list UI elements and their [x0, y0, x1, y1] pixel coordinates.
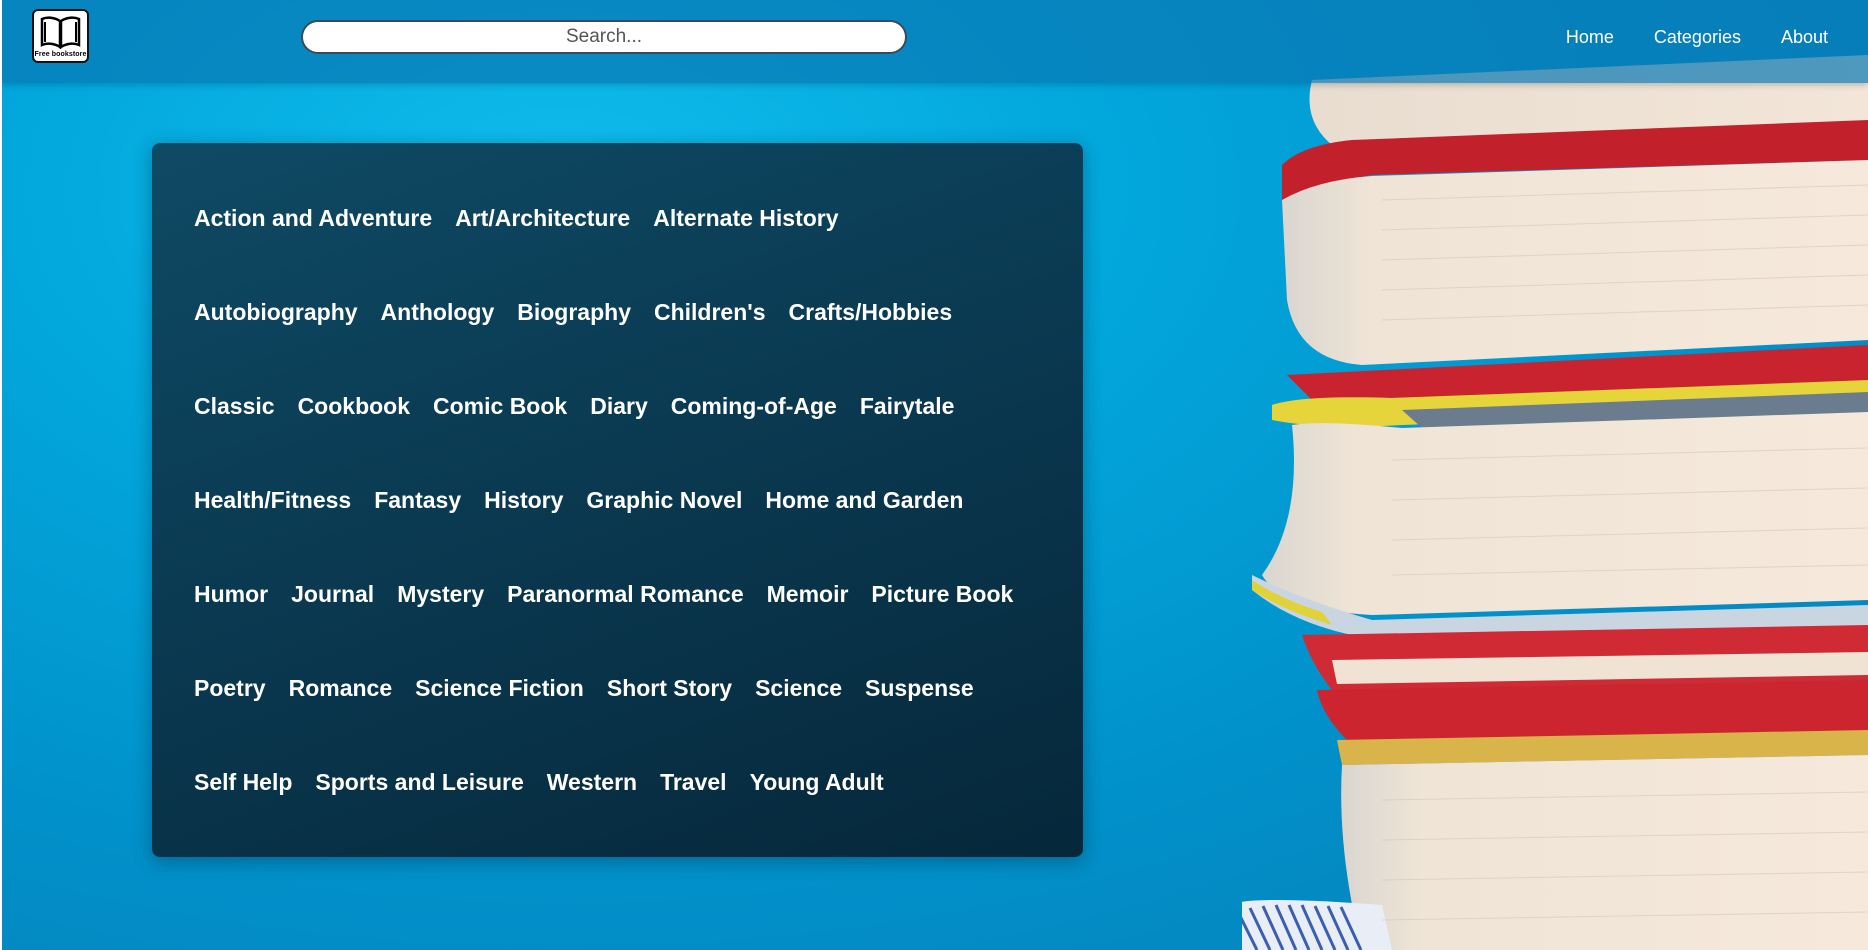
category-row: Self Help Sports and Leisure Western Tra… — [194, 769, 884, 796]
site-logo[interactable]: Free bookstore — [32, 9, 89, 63]
category-link[interactable]: Health/Fitness — [194, 487, 351, 514]
page-background: Free bookstore Home Categories About — [2, 0, 1868, 950]
open-book-icon — [40, 16, 81, 49]
category-link[interactable]: Fantasy — [374, 487, 461, 514]
category-link[interactable]: Autobiography — [194, 299, 358, 326]
category-link[interactable]: Travel — [660, 769, 727, 796]
category-link[interactable]: Diary — [590, 393, 648, 420]
category-link[interactable]: Humor — [194, 581, 268, 608]
category-link[interactable]: Crafts/Hobbies — [789, 299, 953, 326]
category-link[interactable]: Biography — [517, 299, 631, 326]
search-input[interactable] — [301, 20, 907, 54]
category-row: Health/Fitness Fantasy History Graphic N… — [194, 487, 963, 514]
category-link[interactable]: Suspense — [865, 675, 974, 702]
book-stack-illustration — [1242, 55, 1868, 950]
categories-panel: Action and Adventure Art/Architecture Al… — [152, 143, 1083, 857]
category-link[interactable]: Coming-of-Age — [671, 393, 837, 420]
category-link[interactable]: Classic — [194, 393, 275, 420]
category-link[interactable]: Self Help — [194, 769, 292, 796]
logo-label: Free bookstore — [34, 51, 87, 58]
nav-categories[interactable]: Categories — [1654, 27, 1741, 48]
category-link[interactable]: Picture Book — [871, 581, 1013, 608]
category-link[interactable]: Action and Adventure — [194, 205, 432, 232]
category-link[interactable]: History — [484, 487, 563, 514]
category-row: Autobiography Anthology Biography Childr… — [194, 299, 952, 326]
category-link[interactable]: Children's — [654, 299, 766, 326]
category-link[interactable]: Art/Architecture — [455, 205, 630, 232]
category-link[interactable]: Short Story — [607, 675, 732, 702]
category-link[interactable]: Science — [755, 675, 842, 702]
category-link[interactable]: Young Adult — [750, 769, 884, 796]
category-link[interactable]: Alternate History — [653, 205, 838, 232]
category-link[interactable]: Science Fiction — [415, 675, 584, 702]
category-link[interactable]: Poetry — [194, 675, 266, 702]
main-nav: Home Categories About — [1566, 27, 1828, 48]
category-link[interactable]: Cookbook — [298, 393, 410, 420]
category-link[interactable]: Sports and Leisure — [315, 769, 523, 796]
category-link[interactable]: Paranormal Romance — [507, 581, 743, 608]
category-link[interactable]: Fairytale — [860, 393, 955, 420]
top-navbar: Free bookstore Home Categories About — [2, 0, 1868, 83]
category-row: Action and Adventure Art/Architecture Al… — [194, 205, 839, 232]
category-link[interactable]: Memoir — [767, 581, 849, 608]
category-row: Humor Journal Mystery Paranormal Romance… — [194, 581, 1013, 608]
nav-about[interactable]: About — [1781, 27, 1828, 48]
category-link[interactable]: Journal — [291, 581, 374, 608]
category-link[interactable]: Home and Garden — [765, 487, 963, 514]
category-link[interactable]: Mystery — [397, 581, 484, 608]
nav-home[interactable]: Home — [1566, 27, 1614, 48]
category-link[interactable]: Anthology — [381, 299, 495, 326]
category-row: Poetry Romance Science Fiction Short Sto… — [194, 675, 974, 702]
category-row: Classic Cookbook Comic Book Diary Coming… — [194, 393, 954, 420]
category-link[interactable]: Comic Book — [433, 393, 567, 420]
category-link[interactable]: Graphic Novel — [586, 487, 742, 514]
category-link[interactable]: Western — [547, 769, 637, 796]
category-link[interactable]: Romance — [289, 675, 393, 702]
